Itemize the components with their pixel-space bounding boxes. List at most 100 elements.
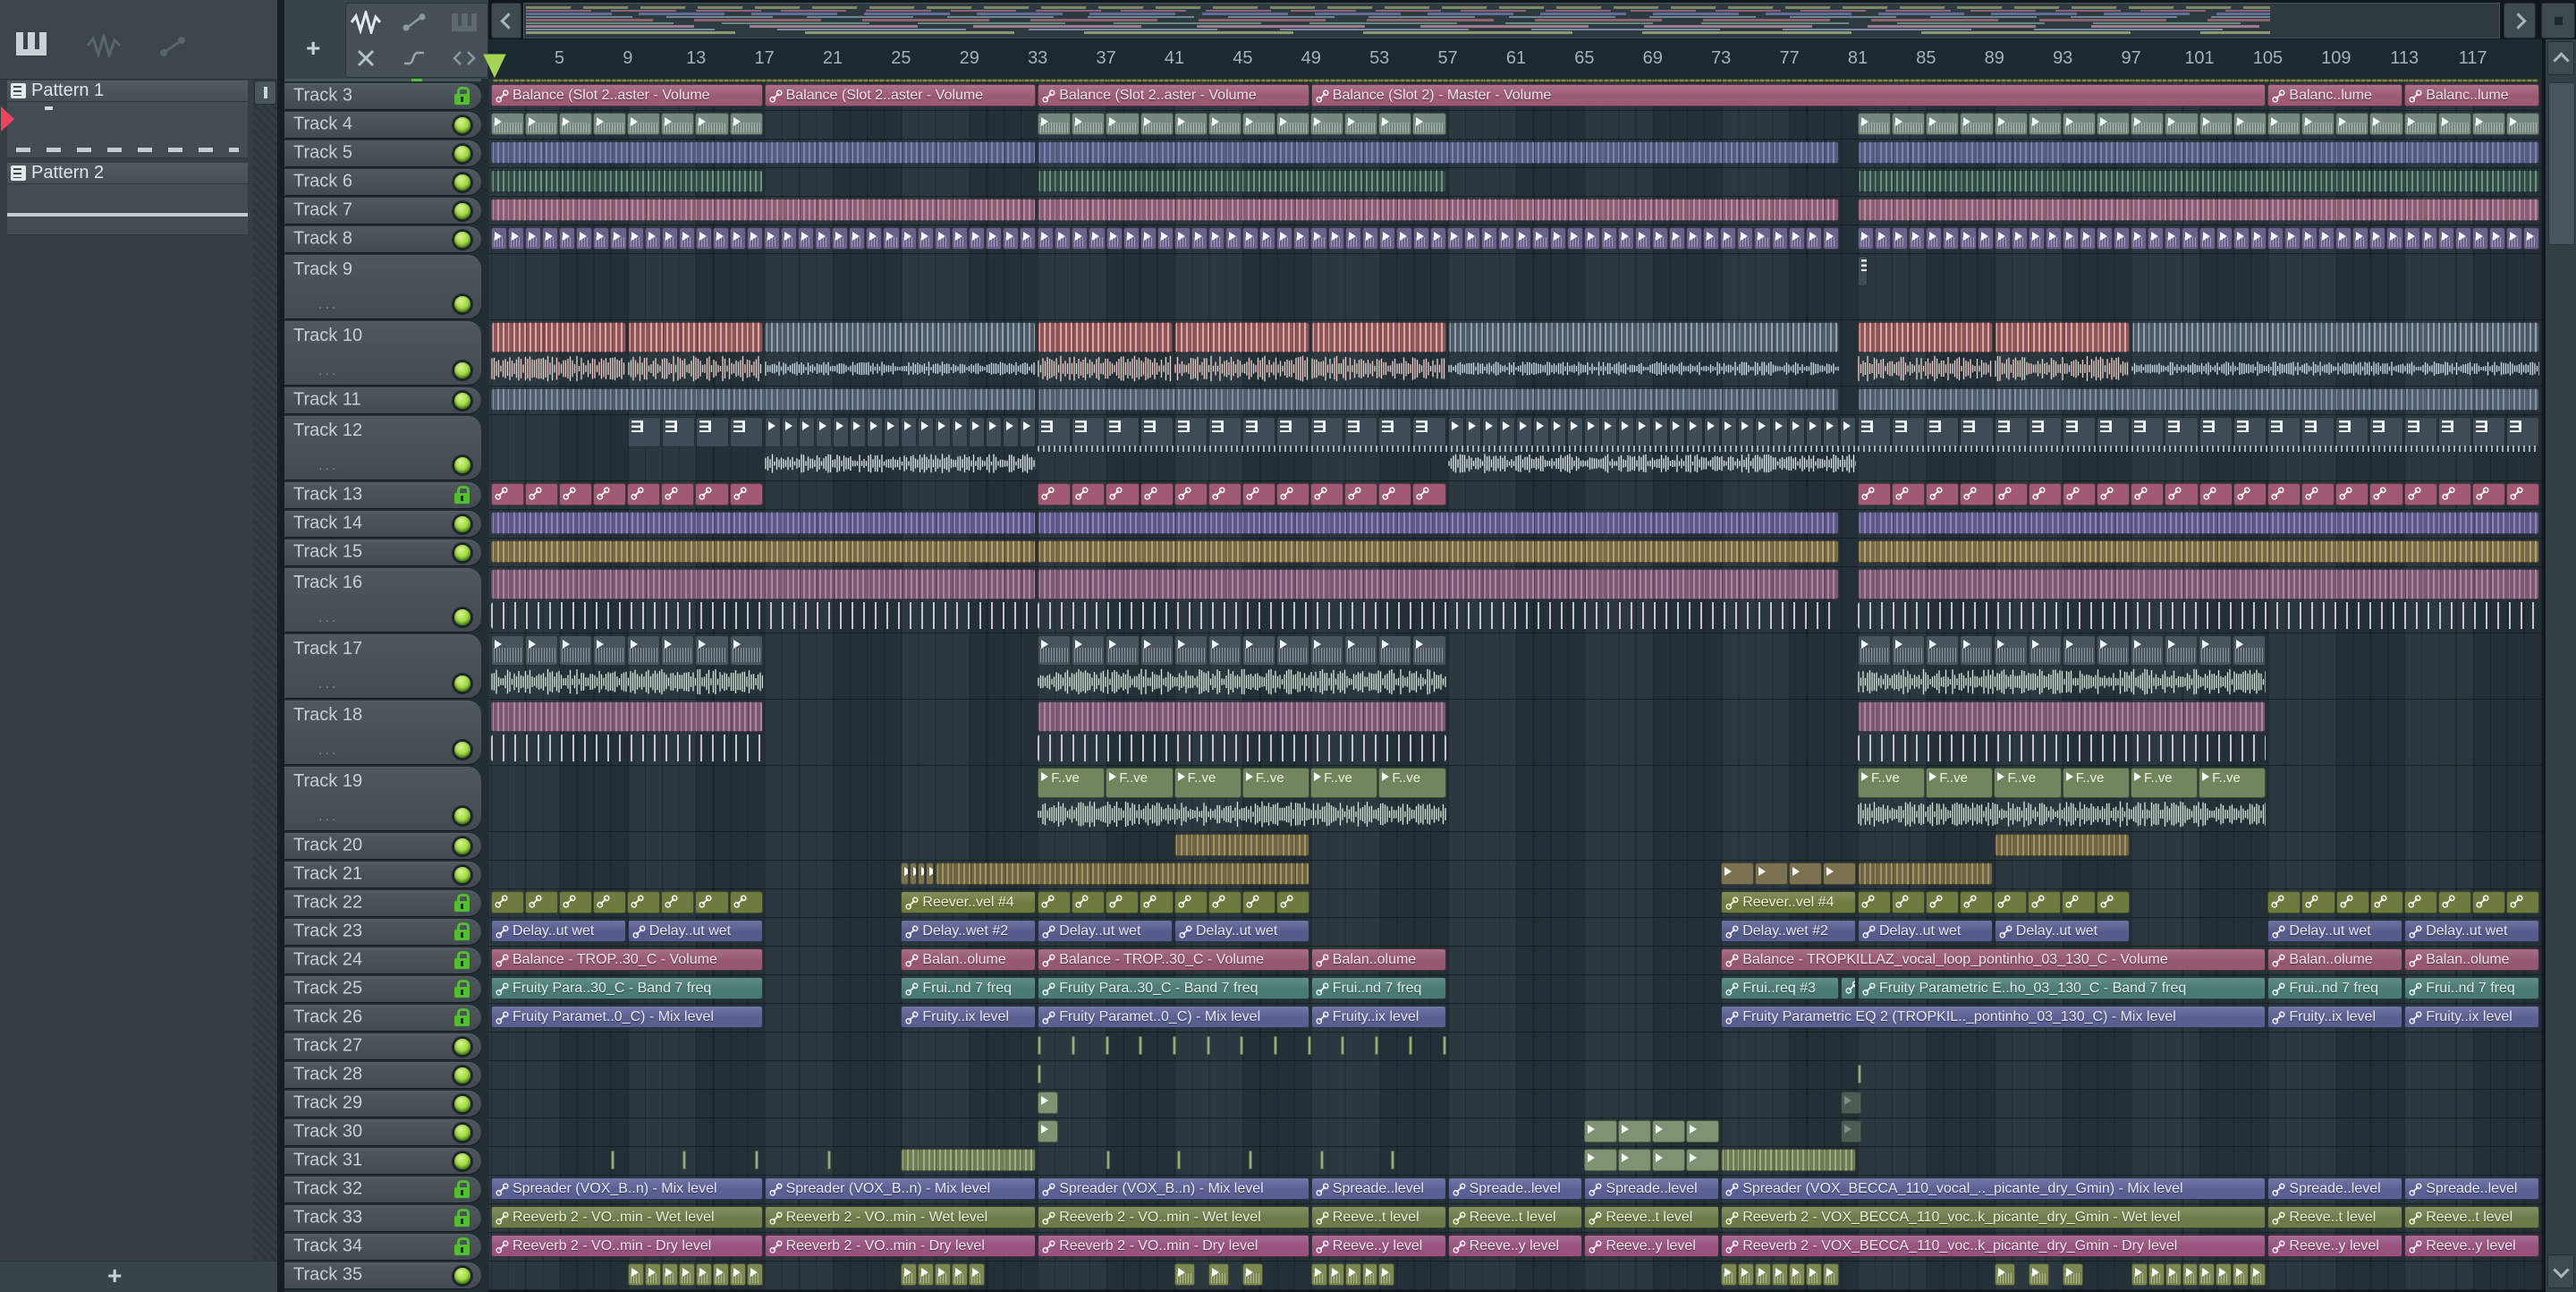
clip[interactable]: [1038, 891, 1309, 914]
clip[interactable]: [491, 483, 763, 506]
audio-clip[interactable]: [1515, 417, 1532, 447]
audio-clip[interactable]: [2097, 113, 2131, 135]
delete-tool-icon[interactable]: [348, 43, 384, 73]
track-header-29[interactable]: Track 29: [284, 1091, 481, 1117]
audio-clip[interactable]: [1038, 635, 1072, 666]
automation-clip[interactable]: Reeverb 2 - VO..min - Dry level: [491, 1235, 763, 1257]
automation-clip[interactable]: [2471, 891, 2505, 914]
audio-waveform[interactable]: [1858, 668, 2267, 695]
mini-clip[interactable]: [1139, 1036, 1143, 1055]
pattern-1-preview[interactable]: [7, 102, 248, 158]
audio-waveform[interactable]: [1858, 735, 2267, 761]
audio-clip[interactable]: [832, 227, 849, 250]
audio-clip[interactable]: [1208, 1263, 1230, 1286]
mini-clip[interactable]: [1442, 1036, 1446, 1055]
pattern-selector-button[interactable]: [254, 81, 276, 105]
audio-clip[interactable]: [968, 417, 985, 447]
clip[interactable]: [1994, 834, 2130, 856]
pattern-clip[interactable]: [729, 417, 763, 447]
automation-clip[interactable]: Delay..wet #2: [901, 920, 1037, 942]
track-mute-led[interactable]: [454, 1067, 470, 1084]
clip[interactable]: [1038, 199, 1839, 221]
automation-clip[interactable]: Balance - TROP..30_C - Volume: [1038, 948, 1309, 971]
audio-clip[interactable]: [661, 635, 695, 666]
audio-clip[interactable]: [1344, 635, 1378, 666]
track-header-4[interactable]: Track 4: [284, 112, 481, 138]
clip[interactable]: [1038, 1120, 1059, 1143]
add-pattern-button[interactable]: +: [107, 1263, 122, 1288]
automation-clip[interactable]: Balance - TROPKILLAZ_vocal_loop_pontinho…: [1721, 948, 2267, 971]
audio-clip[interactable]: [2130, 635, 2164, 666]
automation-clip[interactable]: [2165, 483, 2199, 506]
automation-clip[interactable]: [729, 483, 763, 506]
track-header-8[interactable]: Track 8: [284, 226, 481, 252]
pattern-clip[interactable]: [1960, 417, 1994, 447]
audio-clip[interactable]: [1892, 227, 1909, 250]
automation-clip[interactable]: Delay..ut wet: [1174, 920, 1309, 942]
automation-clip[interactable]: Delay..ut wet: [1994, 920, 2130, 942]
automation-clip[interactable]: Fruity Para..30_C - Band 7 freq: [1038, 977, 1309, 999]
automation-clip[interactable]: Delay..ut wet: [627, 920, 763, 942]
automation-clip[interactable]: Fruity Parametric E..ho_03_130_C - Band …: [1858, 977, 2267, 999]
audio-clip[interactable]: [1174, 113, 1208, 135]
audio-clip[interactable]: [1038, 1092, 1059, 1114]
audio-clip[interactable]: [1327, 1263, 1344, 1286]
automation-clip[interactable]: [2097, 483, 2131, 506]
audio-clip[interactable]: [610, 227, 627, 250]
clip[interactable]: [491, 170, 763, 192]
audio-wave-icon[interactable]: [86, 34, 122, 57]
automation-clip[interactable]: Fruity..ix level: [2404, 1006, 2539, 1028]
audio-clip[interactable]: [2369, 113, 2403, 135]
pattern-tool-icon[interactable]: [446, 7, 482, 38]
clip[interactable]: [1858, 322, 1993, 353]
mini-clip[interactable]: [1206, 1036, 1210, 1055]
audio-clip[interactable]: [1652, 417, 1669, 447]
audio-clip[interactable]: [900, 417, 917, 447]
track-header-30[interactable]: Track 30: [284, 1119, 481, 1145]
automation-clip[interactable]: [1174, 483, 1208, 506]
scrollbar-thumb[interactable]: [2548, 82, 2575, 245]
pattern-clip[interactable]: [1858, 417, 1892, 447]
pattern-clip[interactable]: [695, 417, 729, 447]
audio-clip[interactable]: F..ve: [1310, 768, 1378, 798]
audio-clip[interactable]: [1106, 227, 1123, 250]
track-mute-led[interactable]: [454, 1267, 470, 1284]
audio-clip[interactable]: [2250, 227, 2267, 250]
audio-clip[interactable]: [2096, 635, 2130, 666]
pattern-clip[interactable]: [1858, 256, 1868, 286]
audio-clip[interactable]: [866, 417, 883, 447]
audio-clip[interactable]: [952, 1263, 969, 1286]
audio-clip[interactable]: [695, 113, 729, 135]
audio-clip[interactable]: [1275, 113, 1310, 135]
automation-clip[interactable]: [1072, 483, 1106, 506]
clip[interactable]: [2267, 891, 2540, 914]
audio-clip[interactable]: [935, 1263, 952, 1286]
audio-clip[interactable]: [1412, 227, 1429, 250]
audio-clip[interactable]: [2199, 113, 2233, 135]
pattern-clip[interactable]: [2335, 417, 2369, 447]
automation-clip[interactable]: [1858, 891, 1892, 914]
audio-clip[interactable]: [1378, 227, 1395, 250]
track-mute-led[interactable]: [454, 296, 470, 312]
track-lock-icon[interactable]: [454, 1237, 470, 1255]
automation-clip[interactable]: [2335, 483, 2369, 506]
automation-clip[interactable]: Spreade..level: [1447, 1177, 1583, 1200]
timeline-minimap[interactable]: [523, 3, 2500, 38]
audio-clip[interactable]: F..ve: [1038, 768, 1106, 798]
automation-clip[interactable]: Balance (Slot 2..aster - Volume: [764, 84, 1037, 106]
pattern-clip[interactable]: [2062, 417, 2097, 447]
automation-clip[interactable]: [695, 483, 729, 506]
automation-clip[interactable]: [1378, 483, 1412, 506]
audio-clip[interactable]: [1310, 113, 1344, 135]
mini-clip[interactable]: [610, 1151, 614, 1169]
audio-clip[interactable]: [1532, 227, 1549, 250]
automation-clip[interactable]: [729, 891, 763, 914]
audio-clip[interactable]: [1481, 417, 1498, 447]
automation-clip[interactable]: [1412, 483, 1446, 506]
audio-clip[interactable]: [2045, 227, 2062, 250]
audio-clip[interactable]: [1926, 635, 1960, 666]
audio-clip[interactable]: [2080, 227, 2097, 250]
track-mute-led[interactable]: [454, 515, 470, 532]
audio-clip[interactable]: [2062, 227, 2080, 250]
audio-clip[interactable]: [901, 863, 909, 885]
